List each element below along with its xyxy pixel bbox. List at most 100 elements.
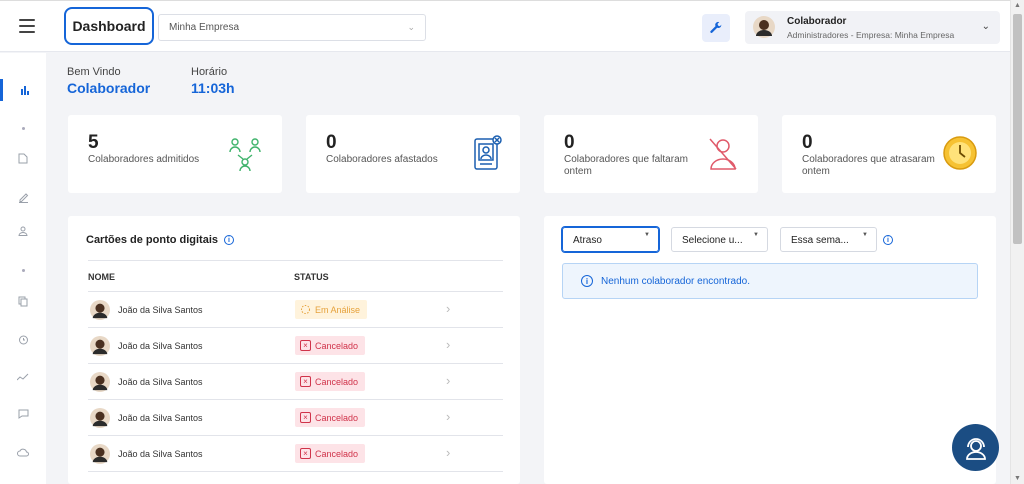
chevron-down-icon: ⌄ (981, 21, 990, 32)
stat-card-admitted: 5 Colaboradores admitidos (68, 115, 282, 193)
info-icon[interactable]: i (224, 235, 235, 245)
person-absent-icon (709, 138, 737, 170)
status-text: Cancelado (315, 448, 359, 459)
close-box-icon: × (300, 412, 311, 423)
period-select-value: Essa sema... (791, 235, 849, 246)
status-text: Cancelado (315, 412, 359, 423)
avatar (90, 444, 110, 464)
table-row[interactable]: João da Silva Santos × Cancelado › (88, 364, 503, 400)
timecards-panel: Cartões de ponto digitais i NOME STATUS … (68, 216, 520, 484)
table-row[interactable]: João da Silva Santos × Cancelado › (88, 328, 503, 364)
sidebar-item-alarm[interactable] (0, 328, 46, 350)
avatar (90, 372, 110, 392)
sidebar-item-copy[interactable] (0, 290, 46, 312)
close-box-icon: × (300, 340, 311, 351)
avatar (90, 408, 110, 428)
loading-icon (301, 305, 310, 314)
column-header-name: NOME (88, 272, 115, 282)
status-badge: Em Análise (295, 300, 368, 319)
company-select-value: Minha Empresa (169, 22, 240, 33)
sidebar (0, 53, 46, 484)
sidebar-item-user[interactable] (0, 220, 46, 242)
alarm-clock-icon (18, 335, 28, 344)
stat-label: Colaboradores admitidos (88, 154, 200, 165)
user-menu[interactable]: Colaborador Administradores - Empresa: M… (745, 11, 1000, 44)
user-role: Administradores - Empresa: Minha Empresa (787, 30, 955, 40)
scroll-up-icon[interactable]: ▲ (1014, 2, 1021, 9)
table-header: NOME STATUS (88, 260, 503, 292)
scroll-down-icon[interactable]: ▼ (1014, 475, 1021, 482)
employee-name: João da Silva Santos (118, 413, 203, 423)
chevron-right-icon[interactable]: › (446, 337, 450, 352)
empty-alert-text: Nenhum colaborador encontrado. (601, 275, 750, 287)
document-icon (18, 153, 28, 163)
pencil-icon (18, 192, 28, 203)
company-select[interactable]: Minha Empresa ⌄ (158, 14, 426, 41)
cloud-upload-icon (17, 448, 29, 456)
employee-select[interactable]: Selecione u... ▼ (671, 227, 768, 252)
people-network-icon (229, 138, 261, 172)
chevron-right-icon[interactable]: › (446, 445, 450, 460)
chevron-right-icon[interactable]: › (446, 301, 450, 316)
stat-label: Colaboradores afastados (326, 154, 438, 165)
stat-value: 0 (326, 132, 337, 153)
table-row[interactable]: João da Silva Santos Em Análise › (88, 292, 503, 328)
sidebar-item-dashboard[interactable] (0, 79, 46, 101)
status-badge: × Cancelado (295, 408, 366, 427)
status-text: Cancelado (315, 376, 359, 387)
chevron-down-icon: ▼ (753, 232, 759, 238)
avatar (753, 16, 775, 38)
avatar (90, 300, 110, 320)
headset-support-icon (965, 437, 986, 460)
welcome-label: Bem Vindo (67, 66, 121, 78)
sidebar-item-trends[interactable] (0, 366, 46, 388)
chevron-right-icon[interactable]: › (446, 409, 450, 424)
menu-icon[interactable] (19, 19, 35, 33)
stat-value: 0 (564, 132, 575, 153)
info-icon: i (581, 275, 593, 287)
period-select[interactable]: Essa sema... ▼ (780, 227, 877, 252)
info-icon[interactable]: i (883, 235, 893, 245)
sidebar-separator (0, 259, 46, 281)
bar-chart-icon (20, 86, 29, 95)
support-button[interactable] (952, 424, 999, 471)
wrench-icon (710, 21, 722, 34)
clock-icon (943, 136, 977, 170)
column-header-status: STATUS (294, 272, 329, 282)
stat-value: 0 (802, 132, 813, 153)
empty-alert: i Nenhum colaborador encontrado. (562, 263, 978, 299)
occurrence-type-select[interactable]: Atraso ▼ (562, 227, 659, 252)
employee-select-value: Selecione u... (682, 235, 743, 246)
table-row[interactable]: João da Silva Santos × Cancelado › (88, 436, 503, 472)
scroll-thumb[interactable] (1013, 14, 1022, 244)
employee-name: João da Silva Santos (118, 377, 203, 387)
trend-line-icon (17, 373, 29, 381)
chevron-right-icon[interactable]: › (446, 373, 450, 388)
timecards-title-text: Cartões de ponto digitais (86, 234, 219, 246)
time-value: 11:03h (191, 80, 235, 96)
user-name: Colaborador (787, 16, 847, 27)
close-box-icon: × (300, 448, 311, 459)
tools-button[interactable] (702, 14, 730, 42)
employee-name: João da Silva Santos (118, 449, 203, 459)
page-scrollbar[interactable]: ▲ ▼ (1010, 0, 1024, 484)
chevron-down-icon: ▼ (644, 232, 650, 238)
stat-value: 5 (88, 132, 99, 153)
sidebar-item-messages[interactable] (0, 403, 46, 425)
sidebar-item-edit[interactable] (0, 186, 46, 208)
stat-label: Colaboradores que atrasaram ontem (802, 154, 935, 177)
status-text: Em Análise (315, 304, 361, 315)
welcome-name: Colaborador (67, 80, 151, 96)
copy-icon (18, 296, 28, 306)
stat-card-late: 0 Colaboradores que atrasaram ontem (782, 115, 996, 193)
sidebar-item-documents[interactable] (0, 147, 46, 169)
user-icon (18, 226, 28, 236)
table-row[interactable]: João da Silva Santos × Cancelado › (88, 400, 503, 436)
close-box-icon: × (300, 376, 311, 387)
top-bar: Dashboard Minha Empresa ⌄ Colaborador Ad… (0, 0, 1010, 52)
message-icon (18, 409, 28, 419)
sidebar-separator (0, 117, 46, 139)
stat-card-absent: 0 Colaboradores que faltaram ontem (544, 115, 758, 193)
timecards-title: Cartões de ponto digitais i (86, 234, 235, 246)
sidebar-item-cloud[interactable] (0, 441, 46, 463)
